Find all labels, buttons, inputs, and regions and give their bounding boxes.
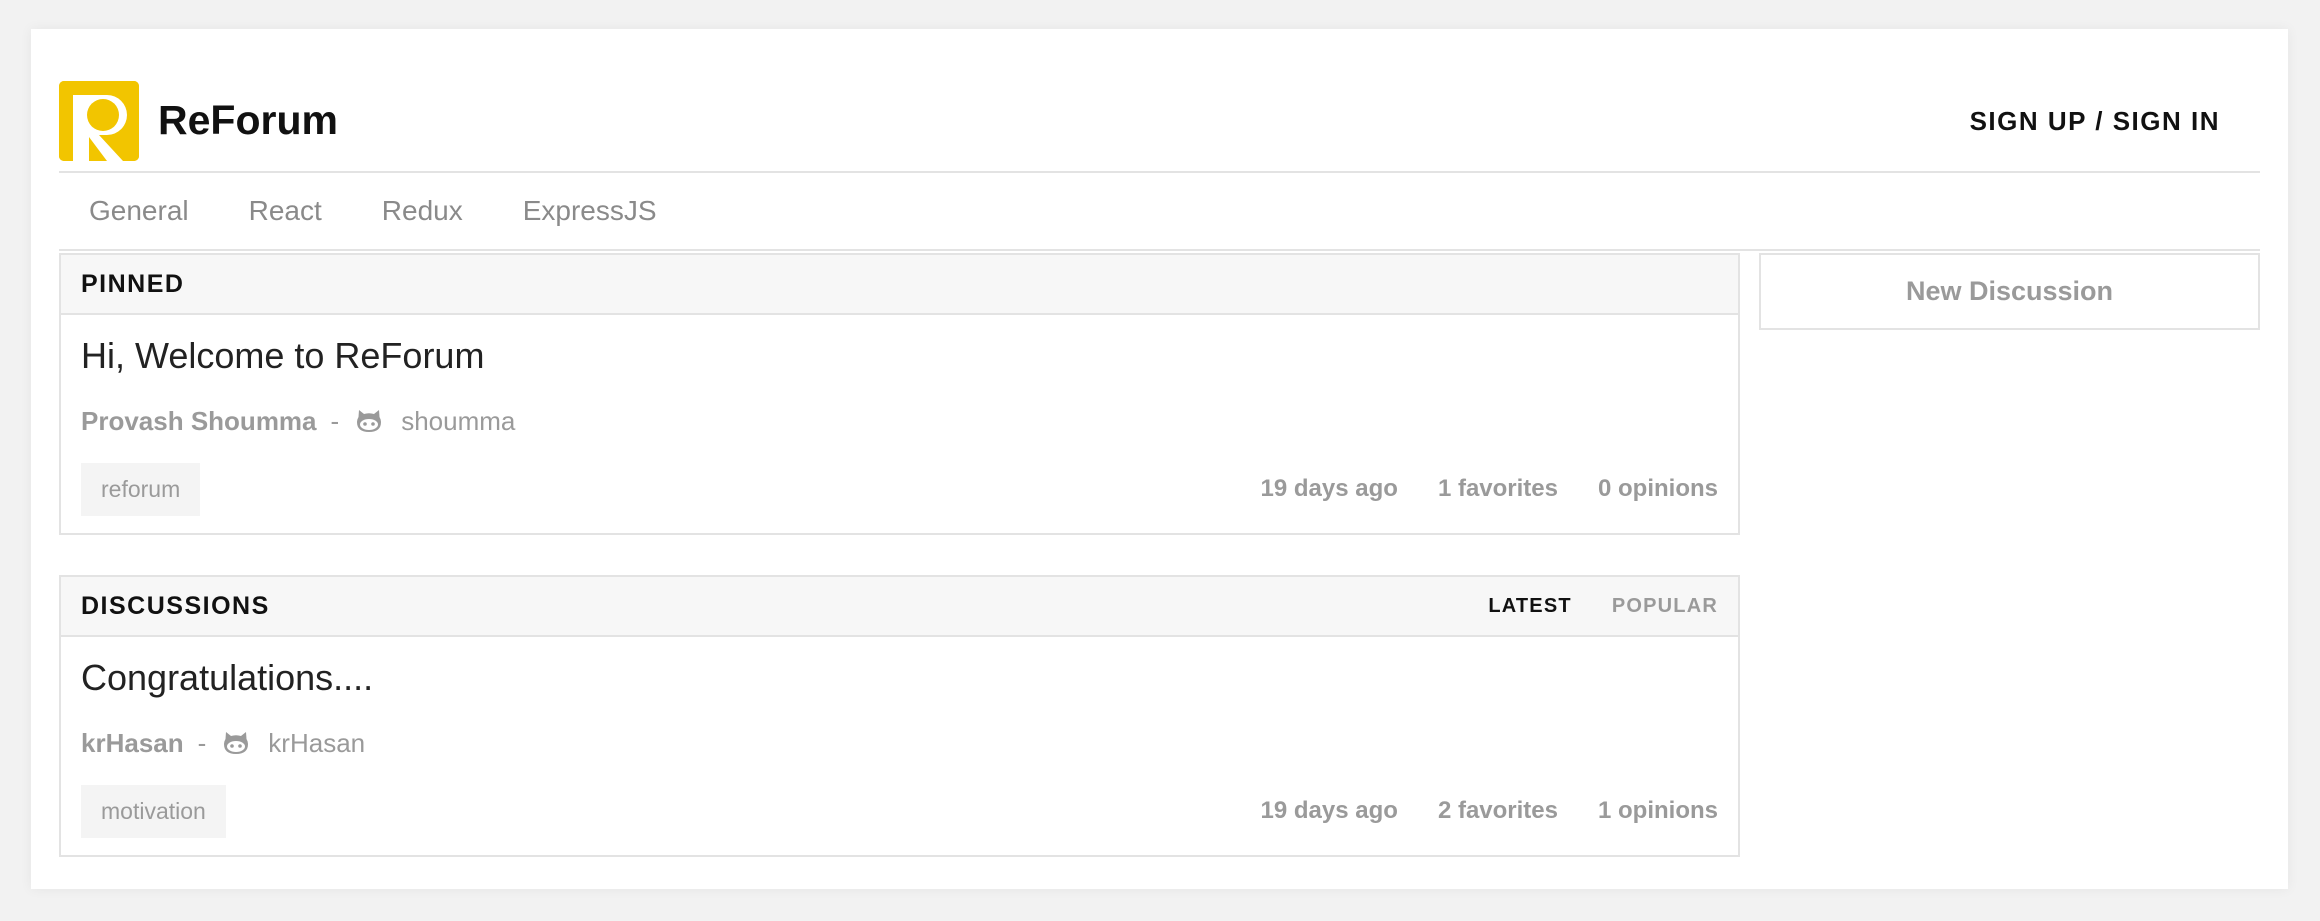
discussions-panel: DISCUSSIONS LATEST POPULAR Congratulatio… — [59, 575, 1740, 857]
discussion-stats: 19 days ago 2 favorites 1 opinions — [1261, 797, 1718, 825]
author-name[interactable]: krHasan — [81, 728, 184, 759]
discussion-item: Hi, Welcome to ReForum Provash Shoumma -… — [61, 315, 1738, 533]
favorites-count: 2 favorites — [1437, 797, 1558, 824]
meta-separator: - — [197, 727, 207, 758]
discussion-time: 19 days ago — [1260, 797, 1398, 824]
sign-in-button[interactable]: SIGN UP / SIGN IN — [1970, 106, 2220, 137]
discussion-tag[interactable]: reforum — [81, 463, 201, 516]
author-name[interactable]: Provash Shoumma — [81, 406, 317, 437]
discussion-meta: krHasan - krHasan — [81, 727, 365, 759]
sort-popular-tab[interactable]: POPULAR — [1612, 595, 1718, 618]
new-discussion-button[interactable]: New Discussion — [1759, 253, 2260, 330]
discussions-header: DISCUSSIONS LATEST POPULAR — [61, 577, 1738, 637]
discussion-meta: Provash Shoumma - shoumma — [81, 405, 515, 437]
discussion-stats: 19 days ago 1 favorites 0 opinions — [1261, 475, 1718, 503]
pinned-panel: PINNED Hi, Welcome to ReForum Provash Sh… — [59, 253, 1740, 535]
discussion-tag[interactable]: motivation — [81, 785, 226, 838]
forum-page: ReForum SIGN UP / SIGN IN General React … — [31, 29, 2288, 889]
sort-latest-tab[interactable]: LATEST — [1488, 595, 1572, 618]
discussion-title[interactable]: Hi, Welcome to ReForum — [81, 335, 484, 377]
favorites-count: 1 favorites — [1437, 475, 1558, 502]
reforum-logo-icon[interactable] — [59, 81, 139, 161]
github-handle[interactable]: krHasan — [268, 728, 365, 759]
sort-tabs: LATEST POPULAR — [1488, 595, 1718, 618]
pinned-header: PINNED — [61, 255, 1738, 315]
github-icon — [220, 727, 252, 759]
opinions-count: 1 opinions — [1598, 797, 1718, 824]
category-redux[interactable]: Redux — [382, 195, 463, 227]
pinned-title: PINNED — [81, 269, 185, 298]
discussions-title: DISCUSSIONS — [81, 591, 270, 620]
brand-title[interactable]: ReForum — [158, 97, 338, 144]
category-general[interactable]: General — [89, 195, 189, 227]
meta-separator: - — [330, 405, 340, 436]
header: ReForum SIGN UP / SIGN IN — [59, 51, 2260, 173]
github-icon — [353, 405, 385, 437]
discussion-item: Congratulations.... krHasan - krHasan mo… — [61, 637, 1738, 855]
category-react[interactable]: React — [249, 195, 322, 227]
opinions-count: 0 opinions — [1598, 475, 1718, 502]
category-expressjs[interactable]: ExpressJS — [523, 195, 657, 227]
category-nav: General React Redux ExpressJS — [59, 173, 2260, 251]
discussion-title[interactable]: Congratulations.... — [81, 657, 373, 699]
discussion-time: 19 days ago — [1260, 475, 1398, 502]
github-handle[interactable]: shoumma — [401, 406, 515, 437]
